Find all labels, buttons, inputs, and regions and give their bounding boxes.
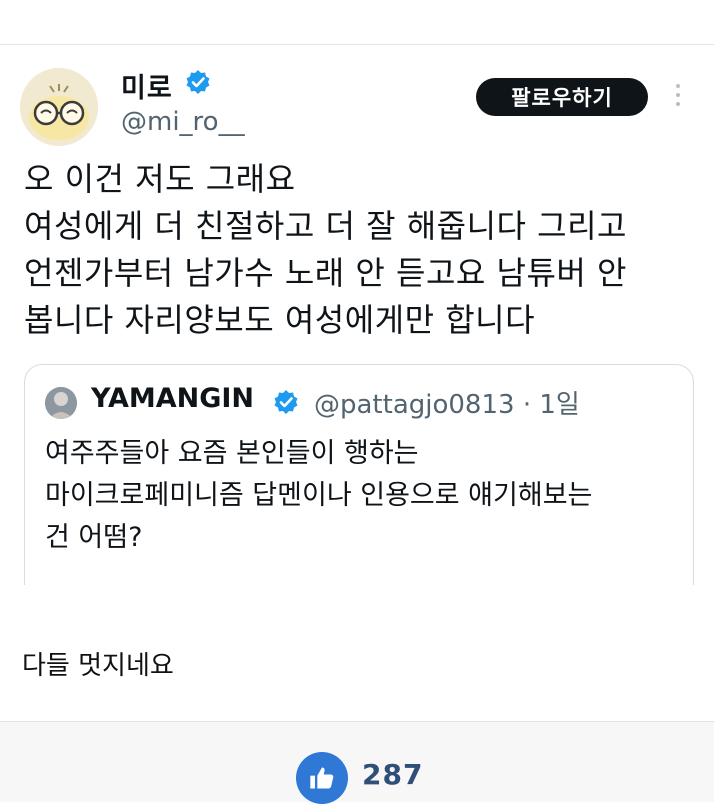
post-comment: 다들 멋지네요 [22, 651, 174, 681]
reaction-bar: 287 [0, 722, 714, 804]
follow-button[interactable]: 팔로우하기 [476, 78, 648, 116]
tweet-text-line: 여성에게 더 친절하고 더 잘 해줍니다 그리고 [24, 207, 627, 245]
like-button[interactable] [296, 752, 348, 804]
verified-badge-icon [186, 70, 210, 94]
quote-handle-time: @pattagjo0813 · 1일 [314, 390, 580, 420]
like-count: 287 [362, 758, 424, 791]
top-divider [0, 44, 714, 45]
tweet-card: 미로 @mi_ro__ 팔로우하기 오 이건 저도 그래요 여성에게 더 친절하… [0, 46, 714, 585]
quote-text-line: 여주주들아 요즘 본인들이 행하는 [45, 438, 419, 469]
thumbs-up-icon [310, 767, 334, 789]
quote-display-name[interactable]: YAMANGIN [91, 383, 254, 414]
quote-text-line: 건 어떰? [45, 522, 143, 553]
tweet-text-line: 봅니다 자리양보도 여성에게만 합니다 [24, 301, 536, 339]
quote-text: 여주주들아 요즘 본인들이 행하는 마이크로페미니즘 답멘이나 인용으로 얘기해… [45, 433, 685, 559]
quoted-tweet[interactable]: YAMANGIN @pattagjo0813 · 1일 여주주들아 요즘 본인들… [24, 364, 694, 585]
user-handle[interactable]: @mi_ro__ [121, 107, 245, 137]
tweet-text: 오 이건 저도 그래요 여성에게 더 친절하고 더 잘 해줍니다 그리고 언젠가… [24, 156, 694, 344]
quote-avatar[interactable] [45, 387, 77, 419]
more-options-icon[interactable] [673, 84, 683, 112]
display-name[interactable]: 미로 [121, 66, 173, 105]
avatar[interactable] [20, 68, 98, 146]
quote-text-line: 마이크로페미니즘 답멘이나 인용으로 얘기해보는 [45, 480, 593, 511]
tweet-text-line: 언젠가부터 남가수 노래 안 듣고요 남튜버 안 [24, 254, 627, 292]
tweet-text-line: 오 이건 저도 그래요 [24, 160, 296, 198]
verified-badge-icon [274, 390, 298, 414]
